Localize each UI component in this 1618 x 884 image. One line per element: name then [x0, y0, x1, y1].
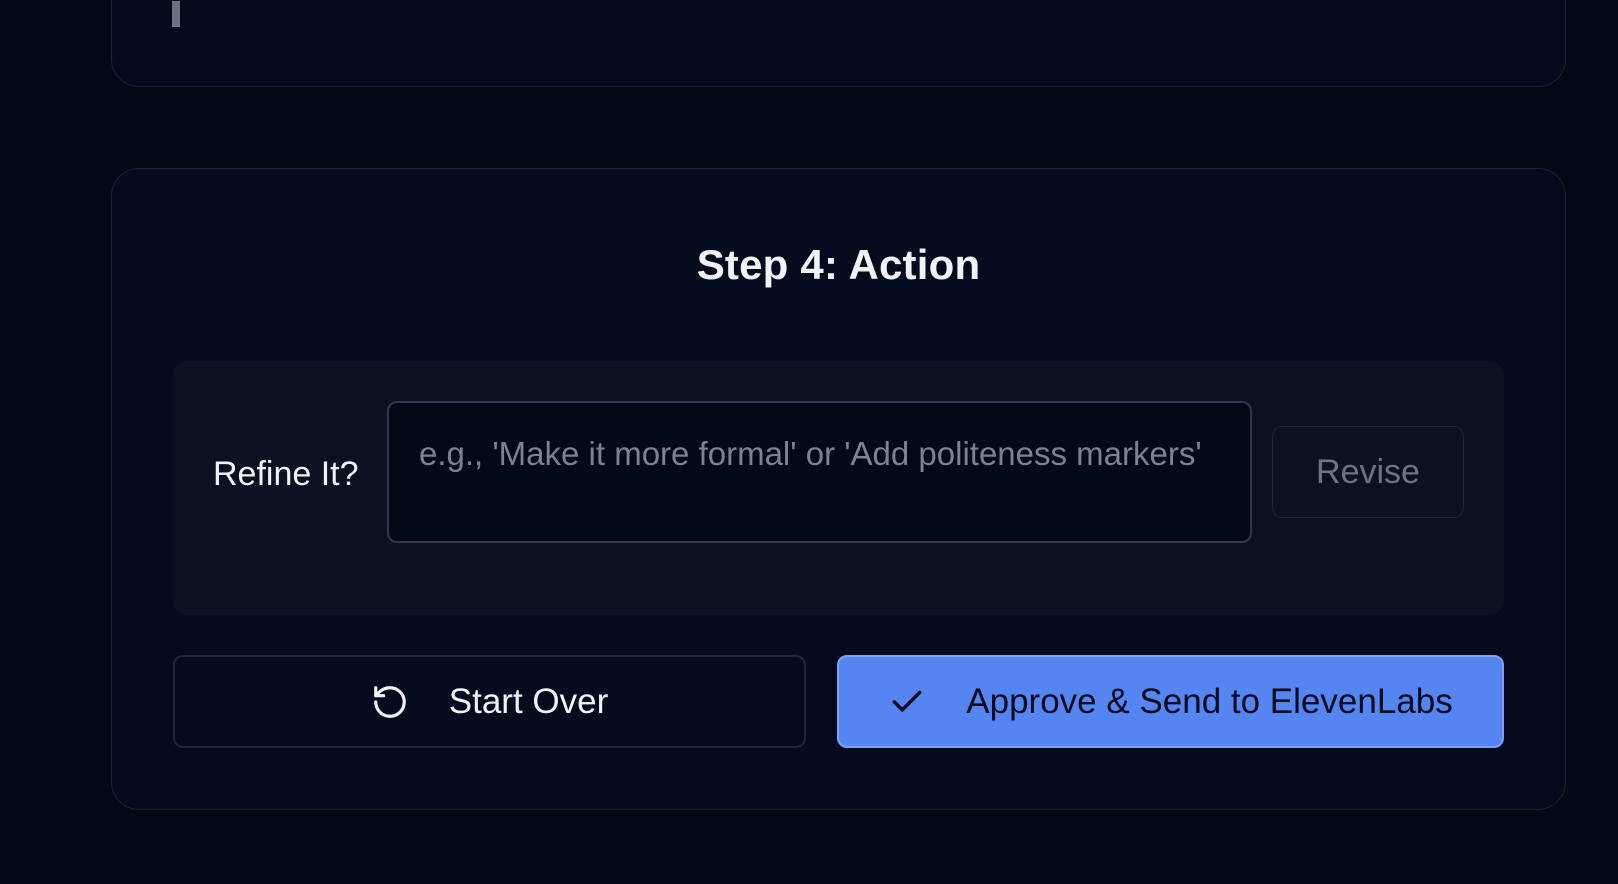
revise-button[interactable]: Revise — [1272, 426, 1464, 518]
start-over-label: Start Over — [448, 681, 609, 721]
text-cursor-bar — [172, 1, 180, 27]
start-over-button[interactable]: Start Over — [173, 655, 806, 748]
step-title: Step 4: Action — [696, 241, 981, 288]
previous-step-card — [111, 0, 1566, 87]
refresh-icon — [371, 683, 409, 721]
check-icon — [888, 683, 926, 721]
refine-input[interactable] — [387, 401, 1252, 543]
step-4-card: Step 4: Action Refine It? Revise Start O… — [111, 168, 1566, 810]
refine-label: Refine It? — [213, 455, 359, 493]
approve-send-label: Approve & Send to ElevenLabs — [966, 681, 1453, 721]
page: Step 4: Action Refine It? Revise Start O… — [0, 0, 1618, 884]
approve-send-button[interactable]: Approve & Send to ElevenLabs — [837, 655, 1504, 748]
refine-panel: Refine It? Revise — [173, 361, 1504, 615]
